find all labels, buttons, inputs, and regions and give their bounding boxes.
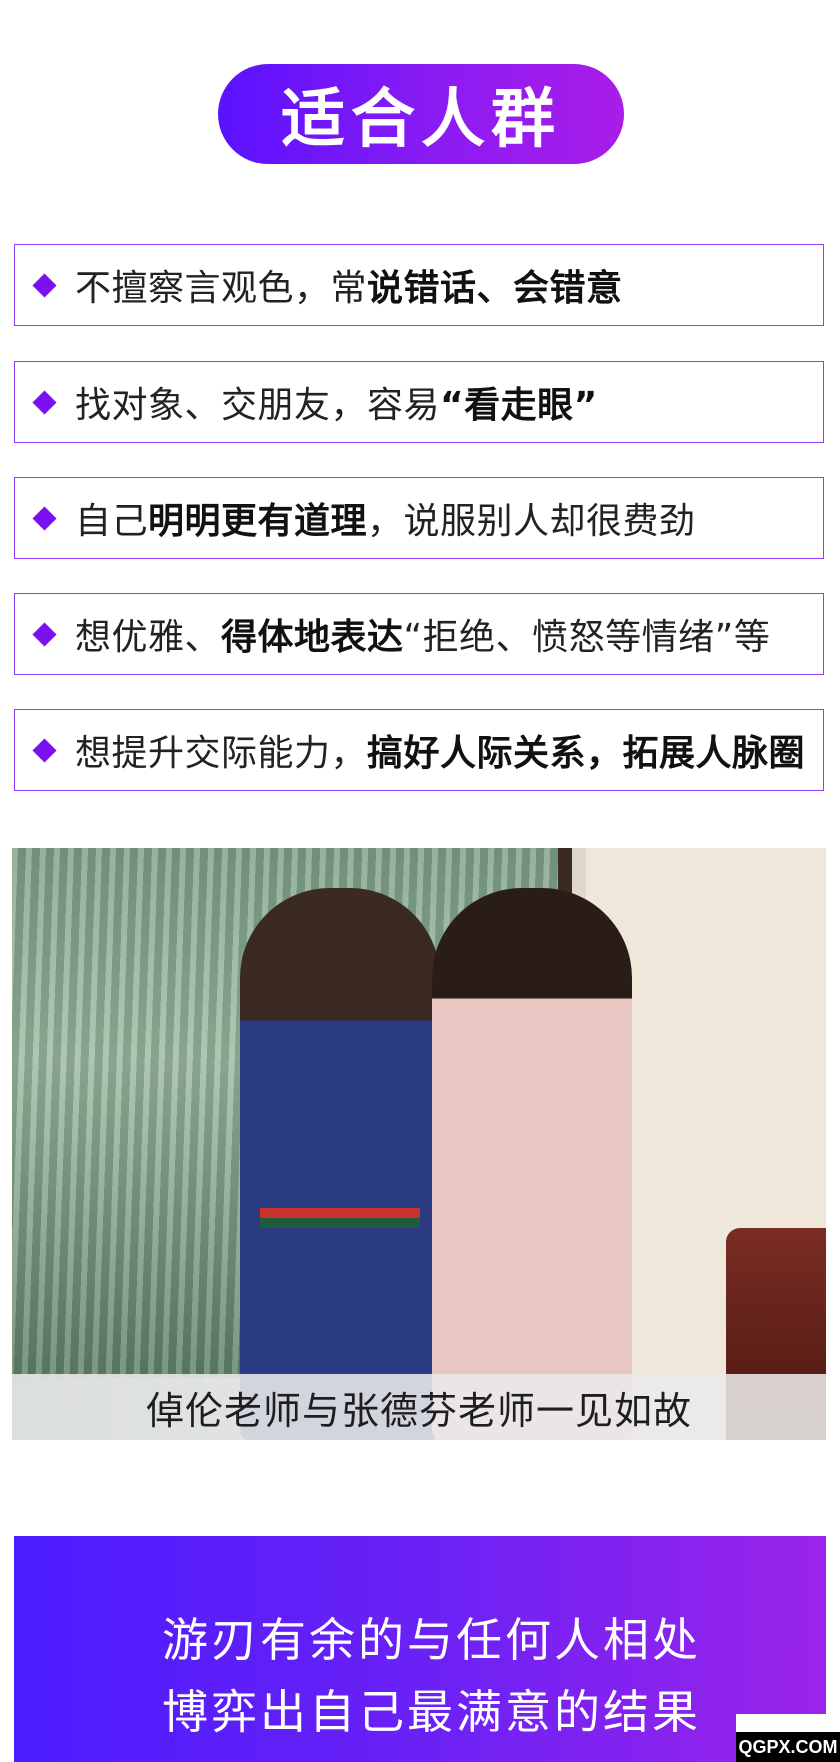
audience-item-2: 找对象、交朋友，容易“看走眼” bbox=[14, 361, 824, 443]
diamond-bullet-icon bbox=[31, 389, 57, 415]
audience-item-4: 想优雅、得体地表达“拒绝、愤怒等情绪”等 bbox=[14, 593, 824, 675]
item-bold-text: 搞好人际关系，拓展人脉圈 bbox=[367, 733, 806, 774]
person-right bbox=[432, 888, 632, 1440]
item-bold-text: 得体地表达 bbox=[221, 617, 404, 658]
diamond-bullet-icon bbox=[31, 505, 57, 531]
slogan-line-2: 博弈出自己最满意的结果 bbox=[162, 1685, 701, 1739]
photo-caption-bar: 倬伦老师与张德芬老师一见如故 bbox=[12, 1374, 826, 1440]
slogan-banner: 游刃有余的与任何人相处 博弈出自己最满意的结果 bbox=[14, 1536, 826, 1762]
person-left bbox=[240, 888, 440, 1440]
audience-item-text: 找对象、交朋友，容易“看走眼” bbox=[75, 376, 598, 428]
item-plain-text: 不擅察言观色，常 bbox=[75, 268, 368, 309]
section-title: 适合人群 bbox=[281, 83, 561, 157]
audience-item-text: 自己明明更有道理，说服别人却很费劲 bbox=[75, 492, 696, 544]
audience-item-text: 想提升交际能力，搞好人际关系，拓展人脉圈 bbox=[75, 724, 805, 776]
item-plain-text: 想优雅、 bbox=[75, 617, 222, 658]
item-plain-text-end: ，说服别人却很费劲 bbox=[367, 501, 696, 542]
item-plain-text-end: “拒绝、愤怒等情绪”等 bbox=[403, 617, 771, 658]
diamond-bullet-icon bbox=[31, 621, 57, 647]
audience-item-text: 想优雅、得体地表达“拒绝、愤怒等情绪”等 bbox=[75, 608, 770, 660]
item-bold-text: 明明更有道理 bbox=[148, 501, 368, 542]
audience-item-1: 不擅察言观色，常说错话、会错意 bbox=[14, 244, 824, 326]
belt bbox=[260, 1208, 420, 1228]
audience-item-3: 自己明明更有道理，说服别人却很费劲 bbox=[14, 477, 824, 559]
item-plain-text: 找对象、交朋友，容易 bbox=[75, 385, 441, 426]
audience-item-5: 想提升交际能力，搞好人际关系，拓展人脉圈 bbox=[14, 709, 824, 791]
item-plain-text: 自己 bbox=[75, 501, 149, 542]
diamond-bullet-icon bbox=[31, 272, 57, 298]
section-title-pill: 适合人群 bbox=[218, 64, 624, 164]
item-plain-text: 想提升交际能力， bbox=[75, 733, 368, 774]
item-bold-text: “看走眼” bbox=[440, 385, 598, 426]
audience-item-text: 不擅察言观色，常说错话、会错意 bbox=[75, 259, 623, 311]
item-bold-text: 说错话、会错意 bbox=[367, 268, 623, 309]
diamond-bullet-icon bbox=[31, 737, 57, 763]
watermark-text: QGPX.COM bbox=[736, 1732, 840, 1762]
photo-caption: 倬伦老师与张德芬老师一见如故 bbox=[145, 1388, 692, 1433]
slogan-line-1: 游刃有余的与任何人相处 bbox=[162, 1613, 701, 1667]
teachers-photo: 倬伦老师与张德芬老师一见如故 bbox=[12, 848, 826, 1440]
site-watermark: QGPX.COM bbox=[736, 1714, 840, 1762]
